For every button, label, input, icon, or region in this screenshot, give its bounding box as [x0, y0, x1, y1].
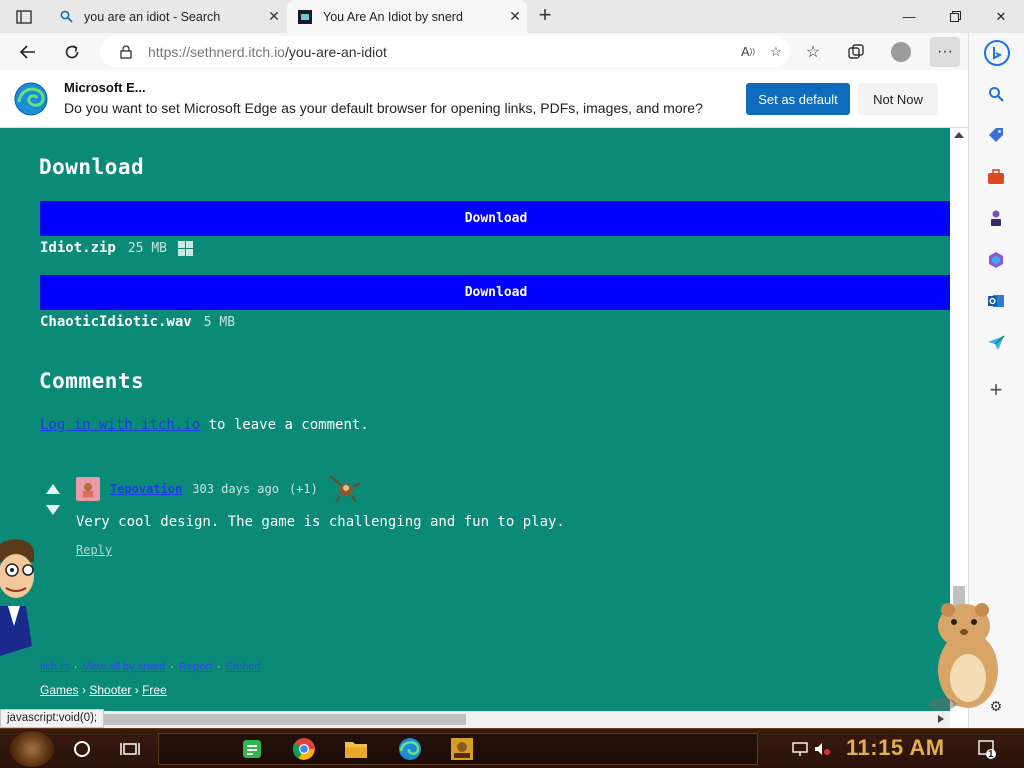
- upvote-icon[interactable]: [42, 480, 64, 498]
- login-link[interactable]: Log in with itch.io: [40, 417, 200, 433]
- comment-body: Very cool design. The game is challengin…: [76, 514, 565, 530]
- tab-active[interactable]: You Are An Idiot by snerd ✕: [287, 0, 527, 33]
- tab-title: You Are An Idiot by snerd: [323, 9, 463, 24]
- start-button[interactable]: [10, 731, 54, 767]
- games-icon[interactable]: [983, 205, 1009, 231]
- page-content: Download Download Idiot.zip 25 MB Downlo…: [0, 128, 950, 711]
- itch-favicon-icon: [297, 9, 313, 25]
- comment-header: Tepovation 303 days ago (+1): [110, 482, 318, 496]
- close-tab-icon[interactable]: ✕: [503, 8, 527, 25]
- animated-cursor-icon: [329, 475, 361, 503]
- comment-author[interactable]: Tepovation: [110, 482, 182, 496]
- close-tab-icon[interactable]: ✕: [262, 8, 286, 25]
- infobar-message: Do you want to set Microsoft Edge as you…: [64, 100, 703, 116]
- file-explorer-icon[interactable]: [342, 735, 370, 763]
- favorites-icon[interactable]: ☆: [798, 37, 828, 67]
- status-url-tooltip: javascript:void(0);: [0, 709, 105, 728]
- login-prompt: Log in with itch.io to leave a comment.: [40, 417, 369, 433]
- address-bar[interactable]: https://sethnerd.itch.io/you-are-an-idio…: [100, 36, 790, 67]
- set-as-default-button[interactable]: Set as default: [746, 83, 850, 115]
- infobar-title: Microsoft E...: [64, 80, 146, 95]
- tab-title: you are an idiot - Search: [84, 9, 221, 24]
- windows-icon: [177, 240, 193, 256]
- taskbar: 1 11:15 AM: [0, 728, 1024, 768]
- edge-logo-icon: [14, 82, 48, 116]
- reply-link[interactable]: Reply: [76, 543, 112, 557]
- new-tab-button[interactable]: +: [532, 4, 558, 28]
- browser-toolbar: https://sethnerd.itch.io/you-are-an-idio…: [0, 33, 968, 70]
- lock-icon[interactable]: [118, 44, 134, 60]
- download-heading: Download: [39, 155, 145, 179]
- sidebar-search-icon[interactable]: [983, 81, 1009, 107]
- minimize-icon[interactable]: —: [886, 0, 932, 33]
- chrome-icon[interactable]: [290, 735, 318, 763]
- scroll-right-arrow-icon[interactable]: [938, 715, 944, 723]
- tools-icon[interactable]: [983, 164, 1009, 190]
- refresh-icon[interactable]: [58, 38, 86, 66]
- comment-avatar[interactable]: [76, 477, 100, 501]
- add-favorite-icon[interactable]: ☆: [762, 40, 790, 64]
- cartoon-man-overlay-icon: [0, 539, 34, 656]
- edge-taskbar-icon[interactable]: [396, 735, 424, 763]
- back-icon[interactable]: [14, 38, 42, 66]
- search-icon: [58, 9, 74, 25]
- footer-link-view-all[interactable]: View all by snerd: [82, 661, 165, 673]
- comment-age: 303 days ago: [192, 482, 279, 496]
- profile-button[interactable]: [886, 37, 916, 67]
- hamster-overlay-icon: [928, 603, 998, 710]
- bing-icon[interactable]: [981, 37, 1013, 69]
- screen: you are an idiot - Search ✕ You Are An I…: [0, 0, 1024, 768]
- url-text[interactable]: https://sethnerd.itch.io/you-are-an-idio…: [148, 44, 734, 60]
- tab-search[interactable]: you are an idiot - Search ✕: [48, 0, 286, 33]
- breadcrumb: Games › Shooter › Free: [40, 683, 167, 697]
- download-button[interactable]: Download: [40, 201, 950, 236]
- comment-score: (+1): [288, 482, 318, 496]
- collections-icon[interactable]: [841, 37, 871, 67]
- tab-actions-button[interactable]: [8, 6, 40, 28]
- file-name: ChaoticIdiotic.wav: [40, 314, 192, 330]
- drop-send-icon[interactable]: [983, 330, 1009, 356]
- shopping-tag-icon[interactable]: [983, 122, 1009, 148]
- volume-muted-icon[interactable]: [812, 737, 832, 761]
- file-name: Idiot.zip: [40, 240, 116, 256]
- file-size: 5 MB: [203, 314, 236, 330]
- download-button[interactable]: Download: [40, 275, 950, 310]
- close-window-icon[interactable]: ✕: [978, 0, 1024, 33]
- crumb-shooter[interactable]: Shooter: [89, 683, 131, 697]
- more-menu-icon[interactable]: ···: [930, 37, 960, 67]
- tab-strip: you are an idiot - Search ✕ You Are An I…: [0, 0, 1024, 33]
- footer-link-report[interactable]: Report: [179, 661, 212, 673]
- read-aloud-icon[interactable]: A)): [734, 40, 762, 64]
- task-view-icon[interactable]: [116, 735, 144, 763]
- horizontal-scroll-thumb[interactable]: [100, 714, 466, 725]
- notes-app-icon[interactable]: [238, 735, 266, 763]
- add-sidebar-app-icon[interactable]: +: [983, 377, 1009, 403]
- restore-icon[interactable]: [932, 0, 978, 33]
- comments-heading: Comments: [39, 369, 145, 393]
- notification-count-badge: 1: [988, 749, 994, 760]
- game-app-icon[interactable]: [448, 735, 476, 763]
- horizontal-scrollbar[interactable]: [0, 711, 950, 728]
- network-icon[interactable]: [790, 737, 810, 761]
- outlook-icon[interactable]: [983, 288, 1009, 314]
- notification-center-icon[interactable]: [976, 737, 998, 761]
- crumb-games[interactable]: Games: [40, 683, 79, 697]
- taskbar-clock[interactable]: 11:15 AM: [846, 735, 945, 761]
- office-icon[interactable]: [983, 247, 1009, 273]
- page-settings-icon[interactable]: ⚙: [987, 697, 1005, 715]
- file-size: 25 MB: [127, 240, 167, 256]
- footer-links: itch.io · View all by snerd · Report · Embed: [40, 661, 261, 673]
- scroll-up-arrow-icon[interactable]: [954, 132, 964, 138]
- crumb-free[interactable]: Free: [142, 683, 167, 697]
- default-browser-infobar: Microsoft E... Do you want to set Micros…: [0, 70, 968, 128]
- footer-link-itchio[interactable]: itch.io: [40, 661, 69, 673]
- login-suffix: to leave a comment.: [200, 417, 369, 433]
- file-info: Idiot.zip 25 MB: [40, 240, 193, 256]
- footer-link-embed[interactable]: Embed: [226, 661, 261, 673]
- cortana-icon[interactable]: [68, 735, 96, 763]
- file-info: ChaoticIdiotic.wav 5 MB: [40, 314, 235, 330]
- not-now-button[interactable]: Not Now: [858, 83, 938, 115]
- avatar: [891, 42, 911, 62]
- downvote-icon[interactable]: [42, 501, 64, 519]
